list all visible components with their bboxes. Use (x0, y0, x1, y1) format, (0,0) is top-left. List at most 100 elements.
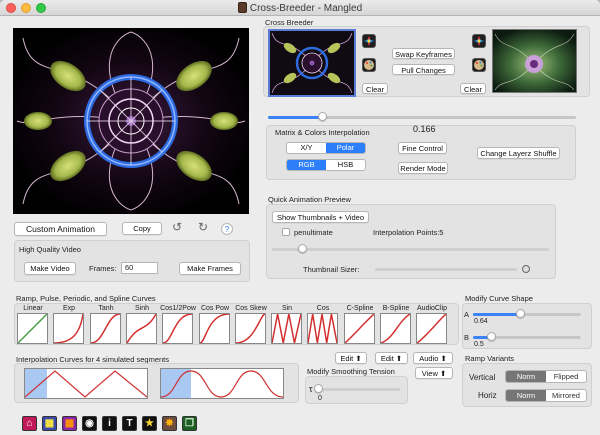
fractal-image (13, 28, 249, 214)
view-button[interactable]: View ⬆ (415, 367, 453, 379)
interp-curve-graph-1[interactable] (24, 368, 148, 399)
starburst-icon[interactable]: ✸ (162, 416, 177, 431)
app-icon (237, 2, 247, 13)
frames-label: Frames: (89, 264, 117, 273)
curve-option-11[interactable] (416, 313, 447, 344)
horiz-label: Horiz (478, 391, 497, 400)
show-thumbnails-button[interactable]: Show Thumbnails + Video (272, 211, 369, 223)
redo-icon[interactable]: ↻ (198, 221, 211, 234)
thumbnail-sizer-end-icon[interactable] (522, 265, 530, 273)
text-icon[interactable]: T (122, 416, 137, 431)
modify-shape-title: Modify Curve Shape (465, 294, 533, 303)
interp-curve-graph-2[interactable] (160, 368, 284, 399)
layers-icon[interactable]: ❐ (182, 416, 197, 431)
smoothing-thumb[interactable] (314, 384, 323, 393)
param-a-label: A (464, 310, 470, 319)
frames-input[interactable]: 60 (121, 262, 158, 274)
left-keyframe-image (270, 31, 354, 95)
undo-icon[interactable]: ↺ (172, 221, 185, 234)
curve-option-3[interactable] (126, 313, 157, 344)
interpolation-value: 0.166 (413, 124, 436, 134)
polar-option[interactable]: Polar (326, 143, 365, 153)
grid-icon[interactable]: ▦ (42, 416, 57, 431)
param-a-slider[interactable] (473, 313, 581, 316)
copy-button[interactable]: Copy (122, 222, 162, 235)
curve-label-10: B-Spline (382, 305, 410, 312)
help-button[interactable]: ? (221, 223, 233, 235)
audio-button[interactable]: Audio ⬆ (413, 352, 453, 364)
curve-preview-0 (17, 313, 48, 344)
curve-option-6[interactable] (235, 313, 266, 344)
vertical-norm-option[interactable]: Norm (506, 371, 546, 382)
curve-option-0[interactable] (17, 313, 48, 344)
edit-button-2[interactable]: Edit ⬆ (375, 352, 408, 364)
xy-polar-segmented[interactable]: X/Y Polar (286, 142, 366, 154)
rgb-option[interactable]: RGB (287, 160, 326, 170)
vertical-flipped-option[interactable]: Flipped (546, 371, 586, 382)
fine-control-button[interactable]: Fine Control (398, 142, 447, 154)
curve-preview-10 (380, 313, 411, 344)
right-palette-icon[interactable] (472, 58, 486, 72)
param-a-thumb[interactable] (516, 309, 525, 318)
render-mode-button[interactable]: Render Mode (398, 162, 448, 174)
pull-changes-button[interactable]: Pull Changes (392, 64, 455, 75)
curve-option-7[interactable] (271, 313, 302, 344)
title-bar: Cross-Breeder - Mangled (0, 0, 600, 16)
curve-option-2[interactable] (90, 313, 121, 344)
rgb-hsb-segmented[interactable]: RGB HSB (286, 159, 366, 171)
curve-option-5[interactable] (199, 313, 230, 344)
hsb-option[interactable]: HSB (326, 160, 365, 170)
penultimate-checkbox[interactable] (282, 228, 290, 236)
left-random-icon[interactable] (362, 34, 376, 48)
right-random-icon[interactable] (472, 34, 486, 48)
left-keyframe-thumbnail[interactable] (268, 29, 356, 97)
smoothing-slider[interactable] (318, 388, 400, 391)
make-video-button[interactable]: Make Video (24, 262, 76, 275)
interpolation-points-slider[interactable] (272, 248, 549, 251)
eye-icon[interactable]: ◉ (82, 416, 97, 431)
star-icon[interactable]: ★ (142, 416, 157, 431)
window-title-group: Cross-Breeder - Mangled (0, 2, 600, 14)
curve-label-2: Tanh (98, 305, 114, 312)
palette-grid-icon[interactable]: ▦ (62, 416, 77, 431)
crossbreed-slider-track[interactable] (268, 116, 576, 119)
arrow-up-icon: ⬆ (440, 354, 447, 363)
thumbnail-sizer-slider[interactable] (375, 268, 517, 271)
right-keyframe-thumbnail[interactable] (492, 29, 577, 93)
arrow-up-icon: ⬆ (355, 354, 362, 363)
curve-option-4[interactable] (162, 313, 193, 344)
xy-option[interactable]: X/Y (287, 143, 326, 153)
main-fractal-view[interactable] (13, 28, 249, 214)
param-b-thumb[interactable] (487, 332, 496, 341)
interp-curve-plot-1 (24, 369, 148, 398)
curve-option-9[interactable] (344, 313, 375, 344)
vertical-segmented[interactable]: Norm Flipped (505, 370, 587, 383)
clear-right-button[interactable]: Clear (460, 83, 486, 94)
curve-option-8[interactable] (307, 313, 338, 344)
change-layerz-shuffle-button[interactable]: Change Layerz Shuffle (477, 147, 560, 159)
curve-label-11: AudioClip (417, 305, 447, 312)
curve-label-1: Exp (62, 305, 76, 312)
info-icon[interactable]: i (102, 416, 117, 431)
vertical-label: Vertical (469, 373, 496, 382)
curve-option-1[interactable] (53, 313, 84, 344)
make-frames-button[interactable]: Make Frames (179, 262, 241, 275)
clear-left-button[interactable]: Clear (362, 83, 388, 94)
edit-button-1[interactable]: Edit ⬆ (335, 352, 367, 364)
interpolation-points-thumb[interactable] (298, 244, 307, 253)
horiz-segmented[interactable]: Norm Mirrored (505, 389, 587, 402)
curve-label-7: Sin (281, 305, 293, 312)
horiz-norm-option[interactable]: Norm (506, 390, 546, 401)
pinwheel-icon (364, 36, 374, 46)
swap-keyframes-button[interactable]: Swap Keyframes (392, 48, 455, 59)
arrow-up-icon: ⬆ (439, 369, 447, 378)
curve-preview-4 (162, 313, 193, 344)
curves-title: Ramp, Pulse, Periodic, and Spline Curves (16, 294, 156, 303)
custom-animation-button[interactable]: Custom Animation (14, 222, 107, 236)
horiz-mirrored-option[interactable]: Mirrored (546, 390, 586, 401)
param-b-label: B (464, 333, 470, 342)
curve-option-10[interactable] (380, 313, 411, 344)
home-icon[interactable]: ⌂ (22, 416, 37, 431)
crossbreed-slider-thumb[interactable] (318, 112, 327, 121)
left-palette-icon[interactable] (362, 58, 376, 72)
